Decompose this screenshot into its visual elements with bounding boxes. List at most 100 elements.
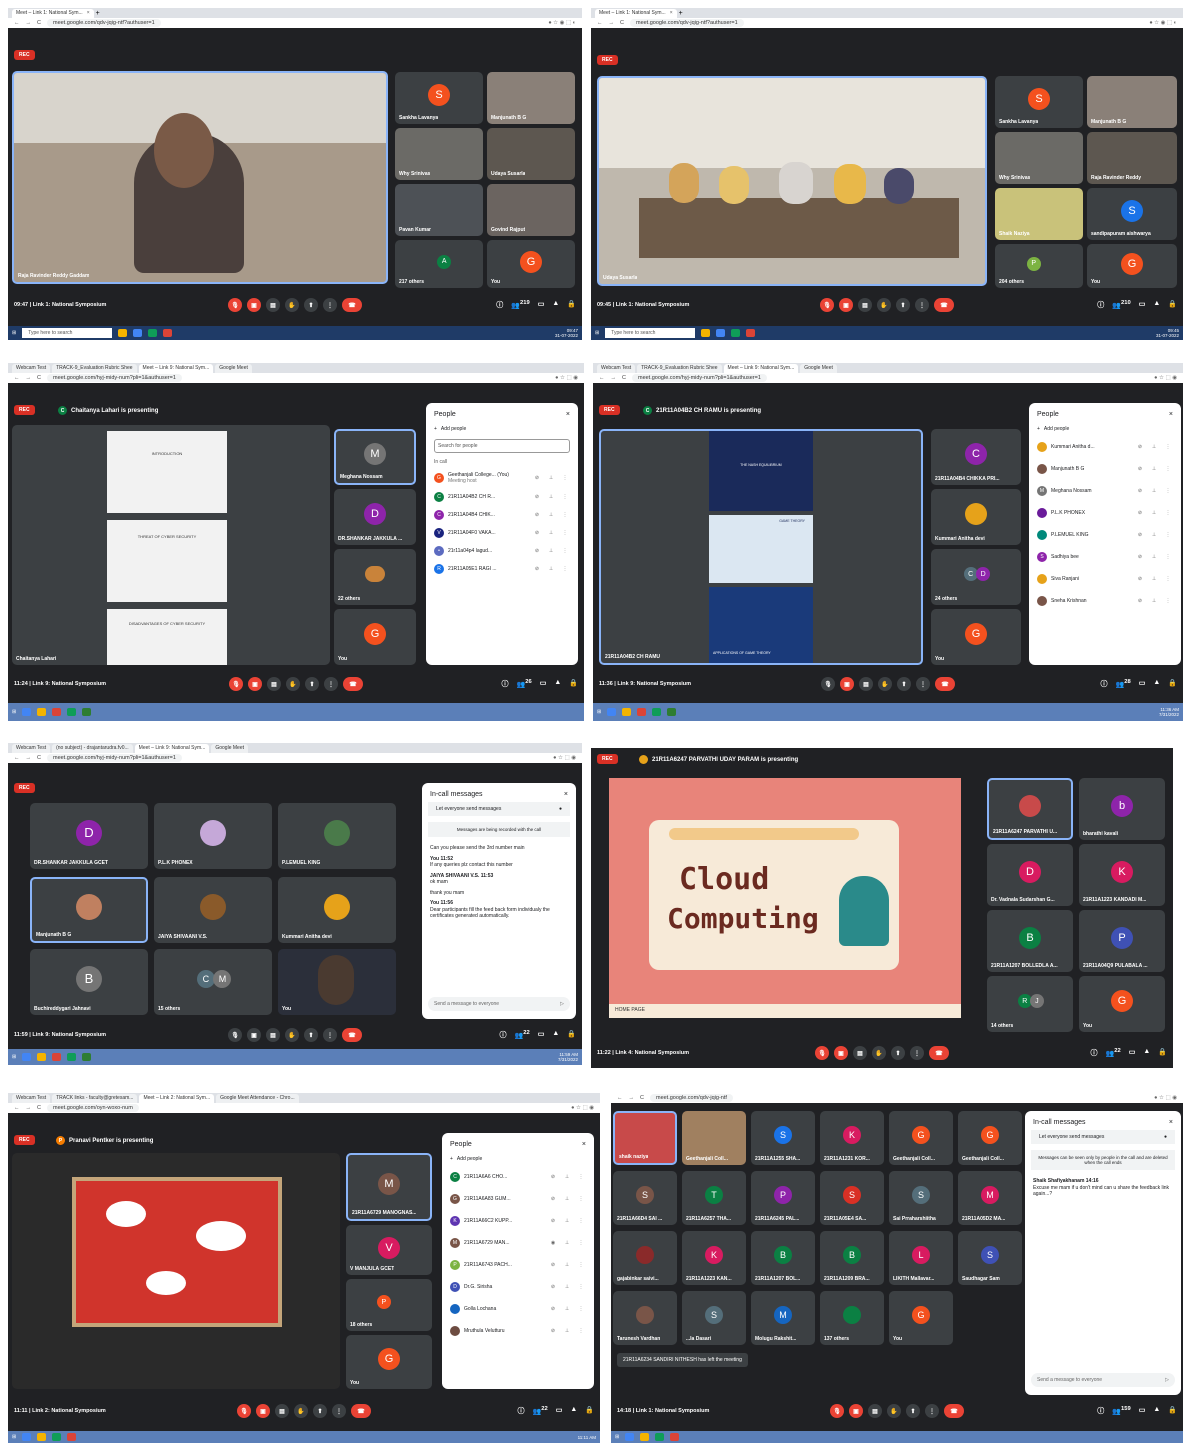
more-icon[interactable]: ⋮ [576,1284,586,1290]
browser-tab[interactable]: Google Meet [215,363,252,373]
browser-tab[interactable]: Webcam Test [12,743,51,753]
host-controls-icon[interactable]: 🔒 [1158,1048,1167,1058]
pin-icon[interactable]: ⊥ [562,1306,572,1312]
back-icon[interactable]: ← [617,1095,623,1101]
browser-tab[interactable]: Meet – Link 1: National Sym... × [595,8,677,18]
pin-icon[interactable]: ⊥ [546,548,556,554]
chrome-icon[interactable] [67,1053,77,1061]
more-icon[interactable]: ⋮ [1163,510,1173,516]
list-item[interactable]: K 21R11A66C2 KUPP... ⊘ ⊥ ⋮ [442,1210,594,1232]
toolbar-icons[interactable]: ● ☆ ⬚ ◉ [1154,375,1177,381]
folder-icon[interactable] [37,1433,47,1441]
more-icon[interactable]: ⋮ [576,1196,586,1202]
back-icon[interactable]: ← [599,375,605,381]
edge-icon[interactable] [716,329,726,337]
browser-tab[interactable]: TRACK-9_Evaluation Rubric Shee [52,363,137,373]
more-icon[interactable]: ⋮ [576,1262,586,1268]
browser-tab[interactable]: Meet – Link 1: National Sym... × [12,8,94,18]
chrome-icon[interactable] [148,329,158,337]
more-icon[interactable]: ⋮ [560,494,570,500]
present-icon[interactable]: ⬆ [896,298,910,312]
reload-icon[interactable]: C [37,1105,41,1111]
forward-icon[interactable]: → [609,20,615,26]
address-bar[interactable]: meet.google.com/hyj-midy-num?pli=1&authu… [631,374,767,382]
address-bar[interactable]: meet.google.com/hyj-midy-num?pli=1&authu… [46,374,182,382]
more-icon[interactable]: ⋮ [576,1306,586,1312]
people-icon[interactable]: 👥26 [517,679,532,689]
folder-icon[interactable] [37,708,47,716]
browser-tab[interactable]: TRACK links - faculty@gretesam... [52,1093,138,1103]
close-icon[interactable]: × [566,411,570,418]
pin-icon[interactable]: ⊥ [546,475,556,481]
send-icon[interactable]: ▷ [560,1001,564,1007]
list-item[interactable]: Manjunath B G ⊘ ⊥ ⋮ [1029,458,1181,480]
browser-tab[interactable]: TRACK-9_Evaluation Rubric Shee [637,363,722,373]
list-item[interactable]: Sneha Krishnan ⊘ ⊥ ⋮ [1029,590,1181,612]
new-tab-icon[interactable]: + [679,10,683,17]
list-item[interactable]: Kummari Anitha d... ⊘ ⊥ ⋮ [1029,436,1181,458]
address-bar[interactable]: meet.google.com/oyn-woxo-num [46,1104,139,1112]
people-icon[interactable]: 👥159 [1112,1406,1130,1416]
list-item[interactable]: D Dr.G. Sirisha ⊘ ⊥ ⋮ [442,1276,594,1298]
windows-icon[interactable]: ⊞ [12,1434,16,1440]
back-icon[interactable]: ← [14,20,20,26]
more-icon[interactable]: ⋮ [332,1404,346,1418]
present-icon[interactable]: ⬆ [891,1046,905,1060]
chrome-icon[interactable] [655,1433,665,1441]
more-icon[interactable]: ⋮ [576,1240,586,1246]
mic-icon[interactable]: 🎙 [228,1028,242,1042]
list-item[interactable]: Siva Ranjani ⊘ ⊥ ⋮ [1029,568,1181,590]
media-icon[interactable] [52,1053,62,1061]
reload-icon[interactable]: C [622,375,626,381]
back-icon[interactable]: ← [14,755,20,761]
present-icon[interactable]: ⬆ [304,298,318,312]
host-controls-icon[interactable]: 🔒 [567,300,576,310]
forward-icon[interactable]: → [26,375,32,381]
pin-icon[interactable]: ⊥ [1149,576,1159,582]
chat-icon[interactable]: ▭ [538,1030,545,1040]
folder-icon[interactable] [640,1433,650,1441]
mic-off-icon[interactable]: 🎙 [229,677,243,691]
address-bar[interactable]: meet.google.com/qdv-jqig-ntf [649,1094,733,1102]
more-icon[interactable]: ⋮ [576,1218,586,1224]
windows-icon[interactable]: ⊞ [615,1434,619,1440]
forward-icon[interactable]: → [611,375,617,381]
info-icon[interactable]: ⓘ [500,1030,507,1040]
list-item[interactable]: Mruthula Velutturu ⊘ ⊥ ⋮ [442,1320,594,1342]
raise-hand-icon[interactable]: ✋ [872,1046,886,1060]
taskbar-search[interactable]: Type here to search [22,328,113,338]
raise-hand-icon[interactable]: ✋ [285,298,299,312]
let-everyone-toggle[interactable]: Let everyone send messages ● [428,802,570,816]
chrome-icon[interactable] [652,708,662,716]
host-controls-icon[interactable]: 🔒 [1168,300,1177,310]
opera-icon[interactable] [670,1433,680,1441]
captions-icon[interactable]: ▤ [266,298,280,312]
host-controls-icon[interactable]: 🔒 [567,1030,576,1040]
browser-tab[interactable]: Google Meet [211,743,248,753]
more-icon[interactable]: ⋮ [916,677,930,691]
list-item[interactable]: G Geethanjali College... (You) Meeting hos… [426,468,578,488]
close-icon[interactable]: × [564,791,568,798]
search-people-input[interactable]: Search for people [434,439,570,453]
folder-icon[interactable] [701,329,711,337]
address-bar[interactable]: meet.google.com/hyj-midy-num?pli=1&authu… [46,754,182,762]
pin-icon[interactable]: ⊥ [546,512,556,518]
address-bar[interactable]: meet.google.com/qdv-jqig-ntf?authuser=1 [46,19,161,27]
host-controls-icon[interactable]: 🔒 [585,1406,594,1416]
chat-icon[interactable]: ▭ [1139,1406,1146,1416]
forward-icon[interactable]: → [26,755,32,761]
captions-icon[interactable]: ▤ [266,1028,280,1042]
list-item[interactable]: C 21R11A04B4 CHIK... ⊘ ⊥ ⋮ [426,506,578,524]
list-item[interactable]: P.LEMUEL KING ⊘ ⊥ ⋮ [1029,524,1181,546]
camera-off-icon[interactable]: ▣ [849,1404,863,1418]
more-icon[interactable]: ⋮ [323,298,337,312]
chrome-icon[interactable] [731,329,741,337]
raise-hand-icon[interactable]: ✋ [887,1404,901,1418]
pin-icon[interactable]: ⊥ [562,1240,572,1246]
pin-icon[interactable]: ⊥ [1149,532,1159,538]
back-icon[interactable]: ← [597,20,603,26]
toolbar-icons[interactable]: ● ☆ ⬚ ◉ [1154,1095,1177,1101]
mic-off-icon[interactable]: 🎙 [237,1404,251,1418]
host-controls-icon[interactable]: 🔒 [1168,1406,1177,1416]
reload-icon[interactable]: C [37,20,41,26]
